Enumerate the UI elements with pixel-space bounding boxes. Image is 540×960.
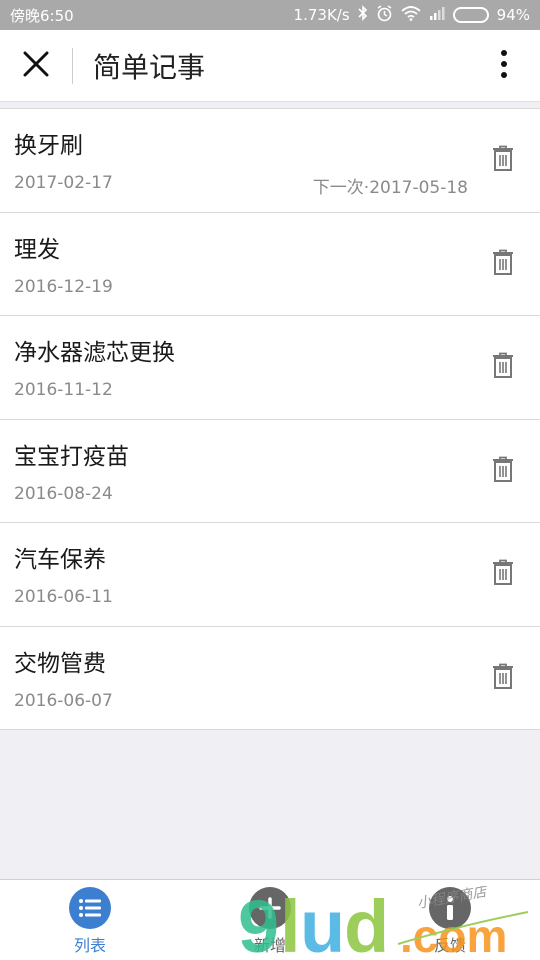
title-divider [72,47,73,84]
item-date: 2016-06-11 [14,587,113,607]
more-vertical-icon [500,49,508,83]
tab-add[interactable]: 新增 [180,880,360,960]
delete-button[interactable] [490,456,516,486]
trash-icon [492,559,514,589]
trash-icon [492,249,514,279]
item-date: 2016-12-19 [14,276,113,297]
item-date: 2016-06-07 [14,690,113,711]
delete-button[interactable] [490,663,516,693]
status-time: 傍晚6:50 [10,6,74,25]
item-date: 2017-02-17 [14,173,113,193]
delete-button[interactable] [490,249,516,279]
list-item[interactable]: 净水器滤芯更换 2016-11-12 [0,316,540,420]
close-icon [23,51,49,81]
list-item[interactable]: 换牙刷 2017-02-17 下一次·2017-05-18 [0,109,540,213]
more-options-button[interactable] [468,30,540,102]
plus-icon [249,887,291,929]
item-date: 2016-11-12 [14,380,113,400]
item-title: 理发 [14,236,60,263]
tab-label: 新增 [253,936,286,955]
delete-button[interactable] [490,145,516,175]
signal-icon [429,6,445,24]
status-indicators: 1.73K/s 94% [293,4,530,26]
page-title: 简单记事 [93,50,206,84]
title-bar: 简单记事 [0,30,540,102]
list-icon [69,887,111,929]
close-button[interactable] [0,30,72,102]
delete-button[interactable] [490,559,516,589]
list-item[interactable]: 宝宝打疫苗 2016-08-24 [0,419,540,523]
item-next-date: 下一次·2017-05-18 [312,178,468,198]
trash-icon [492,352,514,382]
tab-label: 列表 [73,936,106,955]
network-speed: 1.73K/s [293,6,350,24]
tab-feedback[interactable]: 反馈 [360,880,540,960]
trash-icon [492,145,514,175]
list-item[interactable]: 汽车保养 2016-06-11 [0,523,540,627]
item-title: 净水器滤芯更换 [14,340,175,366]
item-date: 2016-08-24 [14,483,113,504]
tab-label: 反馈 [433,936,466,955]
battery-percent: 94% [496,6,530,24]
trash-icon [492,663,514,693]
list-item[interactable]: 理发 2016-12-19 [0,212,540,316]
item-title: 交物管费 [14,650,106,677]
bottom-tab-bar: 列表 新增 反馈 [0,879,540,960]
status-bar: 傍晚6:50 1.73K/s 94% [0,0,540,30]
trash-icon [492,456,514,486]
tab-list[interactable]: 列表 [0,880,180,960]
info-icon [429,887,471,929]
item-title: 汽车保养 [14,547,106,573]
battery-icon [452,7,489,23]
list-item[interactable]: 交物管费 2016-06-07 [0,626,540,730]
alarm-icon [376,4,393,26]
item-title: 换牙刷 [14,133,83,159]
item-title: 宝宝打疫苗 [14,443,129,470]
reminder-list: 换牙刷 2017-02-17 下一次·2017-05-18 理发 2016-12… [0,108,540,730]
wifi-icon [401,5,421,25]
delete-button[interactable] [490,352,516,382]
bluetooth-icon [358,5,368,25]
